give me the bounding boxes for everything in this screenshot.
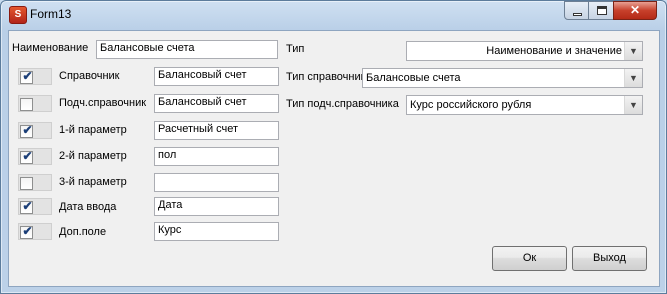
extra-field-input[interactable]: Курс (154, 222, 279, 241)
checkmark-icon: ✔ (22, 199, 33, 213)
checkbox-subdirectory[interactable] (18, 95, 52, 112)
type-select-value: Наименование и значение (486, 45, 622, 57)
name-input[interactable]: Балансовые счета (96, 40, 278, 59)
directory-type-value: Балансовые счета (366, 72, 461, 84)
ok-button[interactable]: Ок (492, 246, 567, 271)
type-label: Тип (286, 43, 305, 55)
checkmark-icon: ✔ (22, 123, 33, 137)
maximize-icon (597, 6, 607, 15)
checkbox-box: ✔ (20, 224, 33, 239)
directory-type-label: Тип справочника (286, 71, 372, 83)
directory-type-select[interactable]: Балансовые счета ▼ (362, 68, 643, 88)
chevron-down-icon[interactable]: ▼ (624, 69, 642, 87)
window-title: Form13 (30, 7, 72, 21)
exit-button[interactable]: Выход (572, 246, 647, 271)
minimize-button[interactable] (564, 1, 589, 20)
param2-input[interactable]: пол (154, 147, 279, 166)
checkbox-param1[interactable]: ✔ (18, 122, 52, 139)
param3-input[interactable] (154, 173, 279, 192)
param3-label: 3-й параметр (59, 176, 127, 188)
directory-input[interactable]: Балансовый счет (154, 67, 279, 86)
name-label: Наименование (12, 42, 89, 54)
entry-date-input[interactable]: Дата (154, 197, 279, 216)
extra-field-label: Доп.поле (59, 226, 107, 238)
checkbox-box: ✔ (20, 69, 33, 84)
checkbox-entry-date[interactable]: ✔ (18, 198, 52, 215)
checkbox-box: ✔ (20, 199, 33, 214)
maximize-button[interactable] (588, 1, 614, 20)
checkbox-param3[interactable] (18, 174, 52, 191)
param2-label: 2-й параметр (59, 150, 127, 162)
type-select[interactable]: Наименование и значение ▼ (406, 41, 643, 61)
param1-label: 1-й параметр (59, 124, 127, 136)
checkbox-param2[interactable]: ✔ (18, 148, 52, 165)
checkbox-extra-field[interactable]: ✔ (18, 223, 52, 240)
checkbox-box: ✔ (20, 123, 33, 138)
checkmark-icon: ✔ (22, 149, 33, 163)
subdirectory-type-label: Тип подч.справочника (286, 98, 399, 110)
checkbox-box (20, 177, 33, 190)
close-icon: ✕ (629, 3, 641, 17)
subdirectory-input[interactable]: Балансовый счет (154, 94, 279, 113)
checkmark-icon: ✔ (22, 224, 33, 238)
checkbox-box (20, 98, 33, 111)
minimize-icon (573, 13, 582, 16)
subdirectory-label: Подч.справочник (59, 97, 147, 109)
chevron-down-icon[interactable]: ▼ (624, 42, 642, 60)
checkbox-directory[interactable]: ✔ (18, 68, 52, 85)
app-icon[interactable]: S (9, 6, 27, 24)
chevron-down-icon[interactable]: ▼ (624, 96, 642, 114)
checkmark-icon: ✔ (22, 69, 33, 83)
form13-window: S Form13 ✕ Наименование Балансовые счета… (0, 0, 667, 294)
form-client-area: Наименование Балансовые счета ✔ Справочн… (8, 30, 660, 287)
directory-label: Справочник (59, 70, 120, 82)
param1-input[interactable]: Расчетный счет (154, 121, 279, 140)
subdirectory-type-select[interactable]: Курс российского рубля ▼ (406, 95, 643, 115)
checkbox-box: ✔ (20, 149, 33, 164)
title-bar[interactable]: S Form13 ✕ (1, 1, 666, 29)
entry-date-label: Дата ввода (59, 201, 117, 213)
close-button[interactable]: ✕ (613, 1, 657, 20)
subdirectory-type-value: Курс российского рубля (410, 99, 532, 111)
